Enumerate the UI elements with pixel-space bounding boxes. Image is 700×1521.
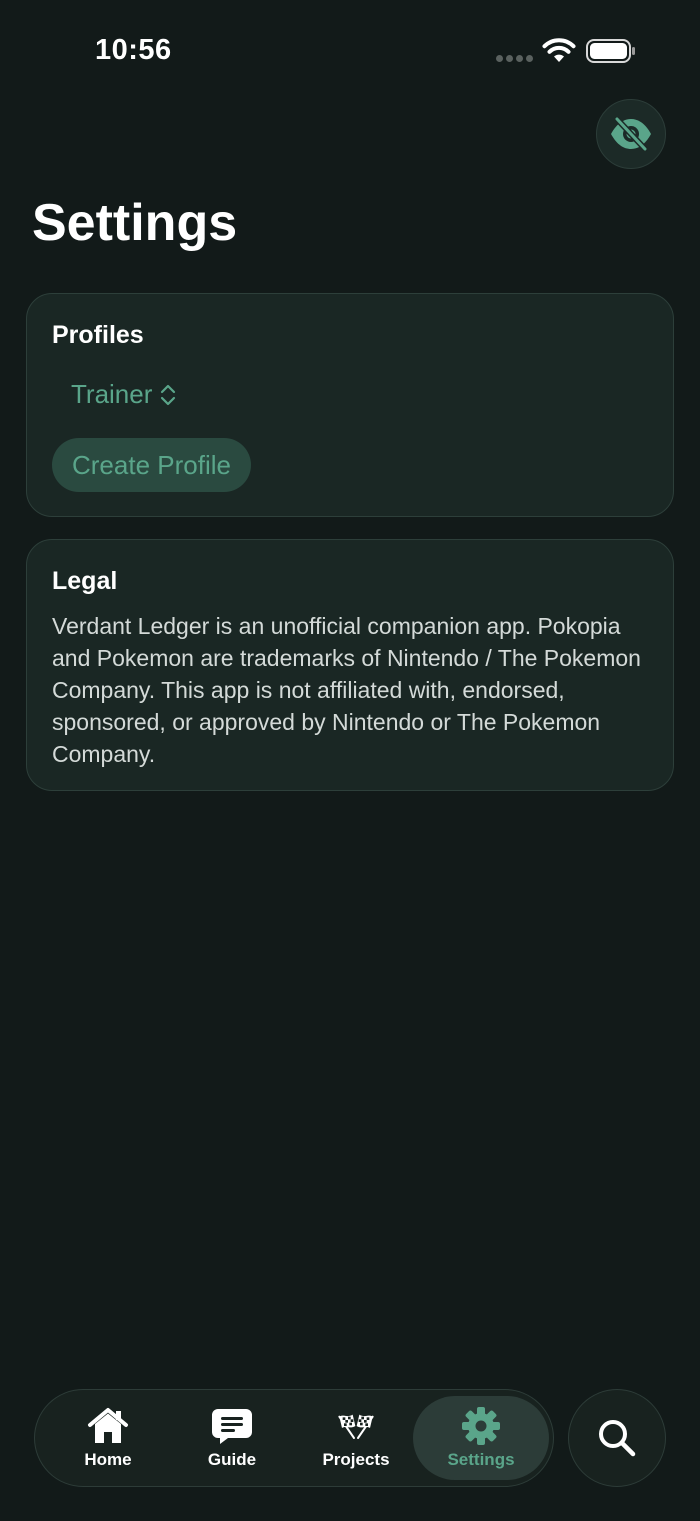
tab-settings[interactable]: Settings	[413, 1396, 549, 1480]
tab-projects-label: Projects	[322, 1450, 390, 1469]
tab-guide-label: Guide	[207, 1450, 257, 1469]
magnifying-glass-icon	[599, 1420, 636, 1457]
tab-home-label: Home	[84, 1450, 132, 1469]
status-time: 10:56	[95, 34, 172, 66]
chevron-up-down-icon	[161, 384, 176, 405]
eye-slash-icon	[611, 116, 651, 152]
visibility-toggle-button[interactable]	[596, 99, 666, 169]
legal-heading: Legal	[52, 567, 118, 595]
house-icon	[88, 1408, 128, 1443]
search-button[interactable]	[568, 1389, 666, 1487]
legal-card: Legal Verdant Ledger is an unofficial co…	[26, 539, 674, 791]
create-profile-button[interactable]: Create Profile	[52, 438, 251, 492]
profiles-card: Profiles Trainer Create Profile	[26, 293, 674, 517]
checkered-flags-icon	[338, 1414, 374, 1439]
tab-projects[interactable]: Projects	[291, 1396, 421, 1480]
wifi-icon	[542, 38, 576, 62]
speech-bubble-icon	[212, 1409, 252, 1444]
tab-guide[interactable]: Guide	[167, 1396, 297, 1480]
profiles-heading: Profiles	[52, 321, 144, 349]
cellular-signal-icon	[496, 55, 533, 62]
profile-picker[interactable]: Trainer	[71, 379, 176, 410]
page-title: Settings	[32, 194, 238, 252]
tab-settings-label: Settings	[447, 1450, 515, 1469]
tab-home[interactable]: Home	[43, 1396, 173, 1480]
tab-bar: Home Guide Projects Settings	[34, 1389, 554, 1487]
settings-screen: 10:56 Settings Profiles Trainer Create P…	[0, 0, 700, 1521]
legal-text: Verdant Ledger is an unofficial companio…	[52, 613, 641, 767]
battery-icon	[586, 39, 635, 63]
gear-icon	[462, 1407, 500, 1445]
selected-profile-label: Trainer	[71, 379, 153, 409]
